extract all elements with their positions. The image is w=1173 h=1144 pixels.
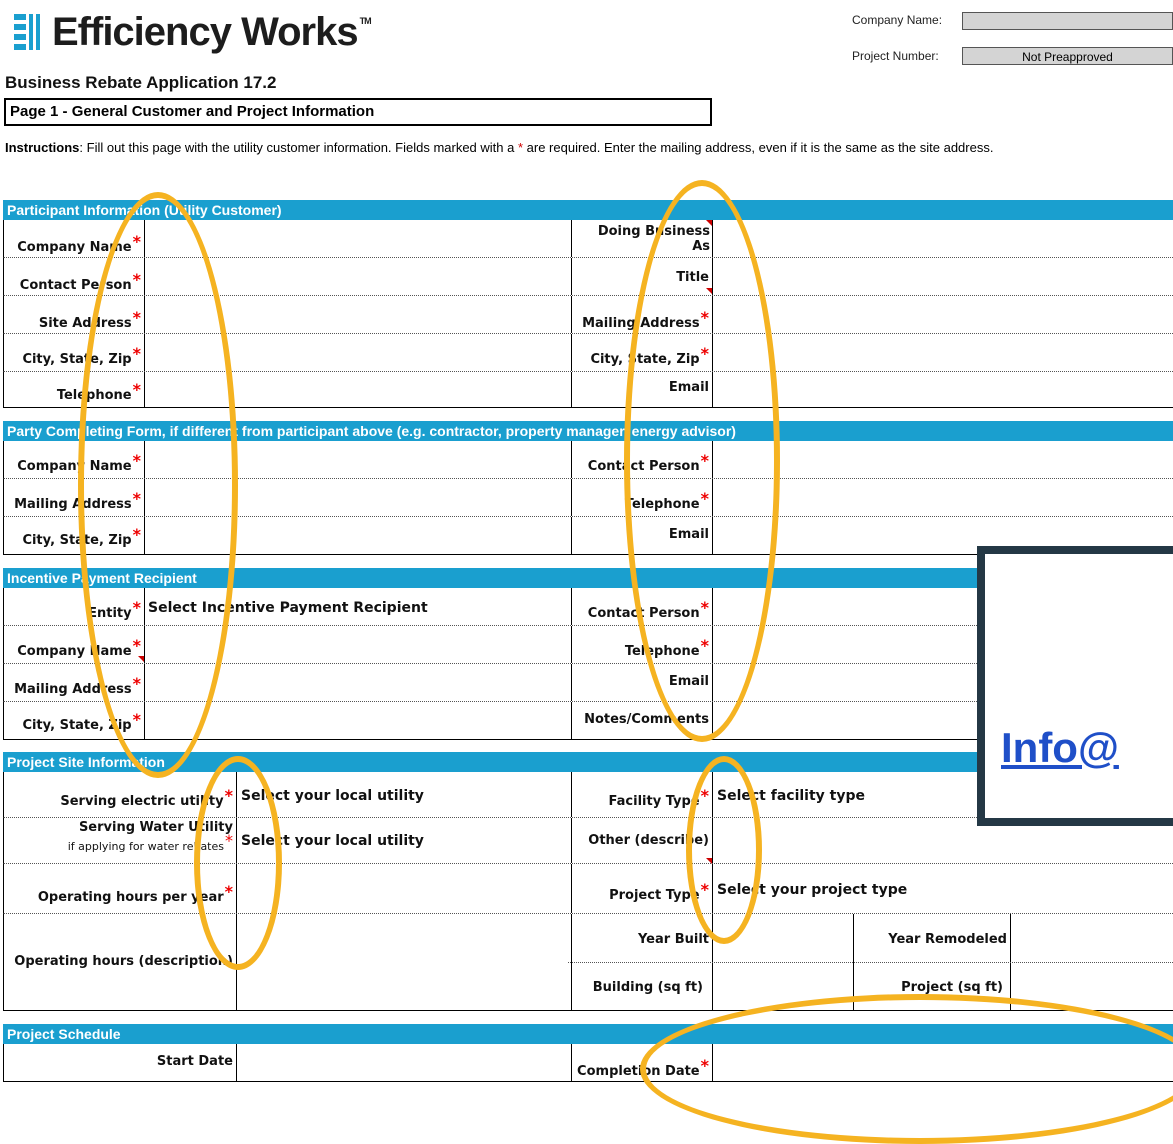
city-state-zip-label: City, State, Zip* xyxy=(22,344,141,367)
incentive-mailing-address-input[interactable] xyxy=(145,664,570,701)
party-mailing-address-input[interactable] xyxy=(145,479,570,516)
entity-select[interactable]: Select Incentive Payment Recipient xyxy=(148,600,428,616)
company-name-field[interactable] xyxy=(962,12,1173,30)
year-built-input[interactable] xyxy=(713,914,852,961)
email-label: Email xyxy=(668,380,709,395)
incentive-company-name-input[interactable] xyxy=(145,626,570,663)
contact-person-label: Contact Person* xyxy=(19,270,141,293)
mailing-city-state-zip-input[interactable] xyxy=(713,334,1173,371)
operating-hours-year-label: Operating hours per year* xyxy=(37,882,233,905)
project-number-label: Project Number: xyxy=(852,49,939,63)
site-row-4: Operating hours (description) Year Built… xyxy=(3,914,1173,1011)
incentive-city-state-zip-input[interactable] xyxy=(145,702,570,739)
participant-row-1: Company Name* Doing Business As xyxy=(3,220,1173,258)
section-party-header: Party Completing Form, if different from… xyxy=(3,421,1173,441)
title-input[interactable] xyxy=(713,258,1173,295)
incentive-telephone-input[interactable] xyxy=(713,626,978,663)
completion-date-input[interactable] xyxy=(713,1044,1173,1081)
project-sqft-label: Project (sq ft) xyxy=(901,980,1003,995)
other-describe-input[interactable] xyxy=(713,818,978,863)
party-row-1: Company Name* Contact Person* xyxy=(3,441,1173,479)
party-email-label: Email xyxy=(668,527,709,542)
participant-row-2: Contact Person* Title xyxy=(3,258,1173,296)
project-number-field: Not Preapproved xyxy=(962,47,1173,65)
year-remodeled-label: Year Remodeled xyxy=(888,932,1007,947)
facility-type-select[interactable]: Select facility type xyxy=(717,788,865,804)
project-sqft-input[interactable] xyxy=(1011,963,1171,1010)
company-name-input[interactable] xyxy=(145,220,570,257)
incentive-telephone-label: Telephone* xyxy=(624,636,709,659)
participant-row-4: City, State, Zip* City, State, Zip* xyxy=(3,334,1173,372)
telephone-label: Telephone* xyxy=(56,380,141,403)
brand-logo: Efficiency Works TM xyxy=(52,10,372,54)
telephone-input[interactable] xyxy=(145,372,570,407)
start-date-input[interactable] xyxy=(237,1044,570,1081)
entity-label: Entity* xyxy=(88,598,141,621)
info-popup: Info@ xyxy=(977,546,1173,826)
party-mailing-address-label: Mailing Address* xyxy=(14,489,141,512)
project-type-label: Project Type* xyxy=(609,880,709,903)
section-schedule-header: Project Schedule xyxy=(3,1024,1173,1044)
project-type-select[interactable]: Select your project type xyxy=(717,882,907,898)
building-sqft-input[interactable] xyxy=(713,963,852,1010)
doing-business-label: Doing Business As xyxy=(597,224,710,254)
incentive-contact-person-label: Contact Person* xyxy=(587,598,709,621)
doing-business-as-input[interactable] xyxy=(713,220,1173,257)
party-telephone-label: Telephone* xyxy=(624,489,709,512)
logo-icon xyxy=(14,12,44,52)
serving-water-label: Serving Water Utility if applying for wat… xyxy=(67,820,233,853)
facility-type-label: Facility Type* xyxy=(608,786,709,809)
party-row-2: Mailing Address* Telephone* xyxy=(3,479,1173,517)
email-input[interactable] xyxy=(713,372,1173,407)
operating-hours-year-input[interactable] xyxy=(237,864,570,913)
participant-row-3: Site Address* Mailing Address* xyxy=(3,296,1173,334)
participant-row-5: Telephone* Email xyxy=(3,372,1173,408)
operating-hours-desc-input[interactable] xyxy=(237,914,570,1010)
info-email-link[interactable]: Info@ xyxy=(1001,724,1119,772)
company-name-label: Company Name: xyxy=(852,13,943,27)
mailing-address-label: Mailing Address* xyxy=(582,308,709,331)
party-contact-person-label: Contact Person* xyxy=(587,451,709,474)
party-city-state-zip-input[interactable] xyxy=(145,517,570,554)
start-date-label: Start Date xyxy=(156,1054,233,1069)
year-built-label: Year Built xyxy=(637,932,709,947)
party-telephone-input[interactable] xyxy=(713,479,1173,516)
party-company-name-input[interactable] xyxy=(145,441,570,478)
section-participant-header: Participant Information (Utility Custome… xyxy=(3,200,1173,220)
party-company-name-label: Company Name* xyxy=(17,451,141,474)
schedule-row: Start Date Completion Date* xyxy=(3,1044,1173,1082)
title-label: Title xyxy=(676,270,709,285)
incentive-email-input[interactable] xyxy=(713,664,978,701)
notes-comments-label: Notes/Comments xyxy=(584,712,709,727)
site-address-label: Site Address* xyxy=(38,308,141,331)
electric-utility-select[interactable]: Select your local utility xyxy=(241,788,424,804)
incentive-contact-person-input[interactable] xyxy=(713,588,978,625)
mailing-city-state-zip-label: City, State, Zip* xyxy=(590,344,709,367)
party-city-state-zip-label: City, State, Zip* xyxy=(22,525,141,548)
mailing-address-input[interactable] xyxy=(713,296,1173,333)
completion-date-label: Completion Date* xyxy=(577,1056,709,1079)
incentive-city-state-zip-label: City, State, Zip* xyxy=(22,710,141,733)
building-sqft-label: Building (sq ft) xyxy=(592,980,703,995)
water-utility-select[interactable]: Select your local utility xyxy=(241,833,424,849)
year-remodeled-input[interactable] xyxy=(1011,914,1171,961)
instructions: Instructions: Fill out this page with th… xyxy=(5,140,994,155)
site-address-input[interactable] xyxy=(145,296,570,333)
notes-comments-input[interactable] xyxy=(713,702,978,739)
page-title: Page 1 - General Customer and Project In… xyxy=(4,98,712,126)
incentive-mailing-address-label: Mailing Address* xyxy=(14,674,141,697)
incentive-email-label: Email xyxy=(668,674,709,689)
other-describe-label: Other (describe) xyxy=(588,833,709,848)
serving-electric-label: Serving electric utility* xyxy=(60,786,233,809)
incentive-company-name-label: Company Name* xyxy=(17,636,141,659)
contact-person-input[interactable] xyxy=(145,258,570,295)
city-state-zip-input[interactable] xyxy=(145,334,570,371)
app-title: Business Rebate Application 17.2 xyxy=(5,73,277,92)
operating-hours-desc-label: Operating hours (description) xyxy=(14,954,233,969)
company-name-label: Company Name* xyxy=(17,232,141,255)
site-row-3: Operating hours per year* Project Type* … xyxy=(3,864,1173,914)
party-contact-person-input[interactable] xyxy=(713,441,1173,478)
